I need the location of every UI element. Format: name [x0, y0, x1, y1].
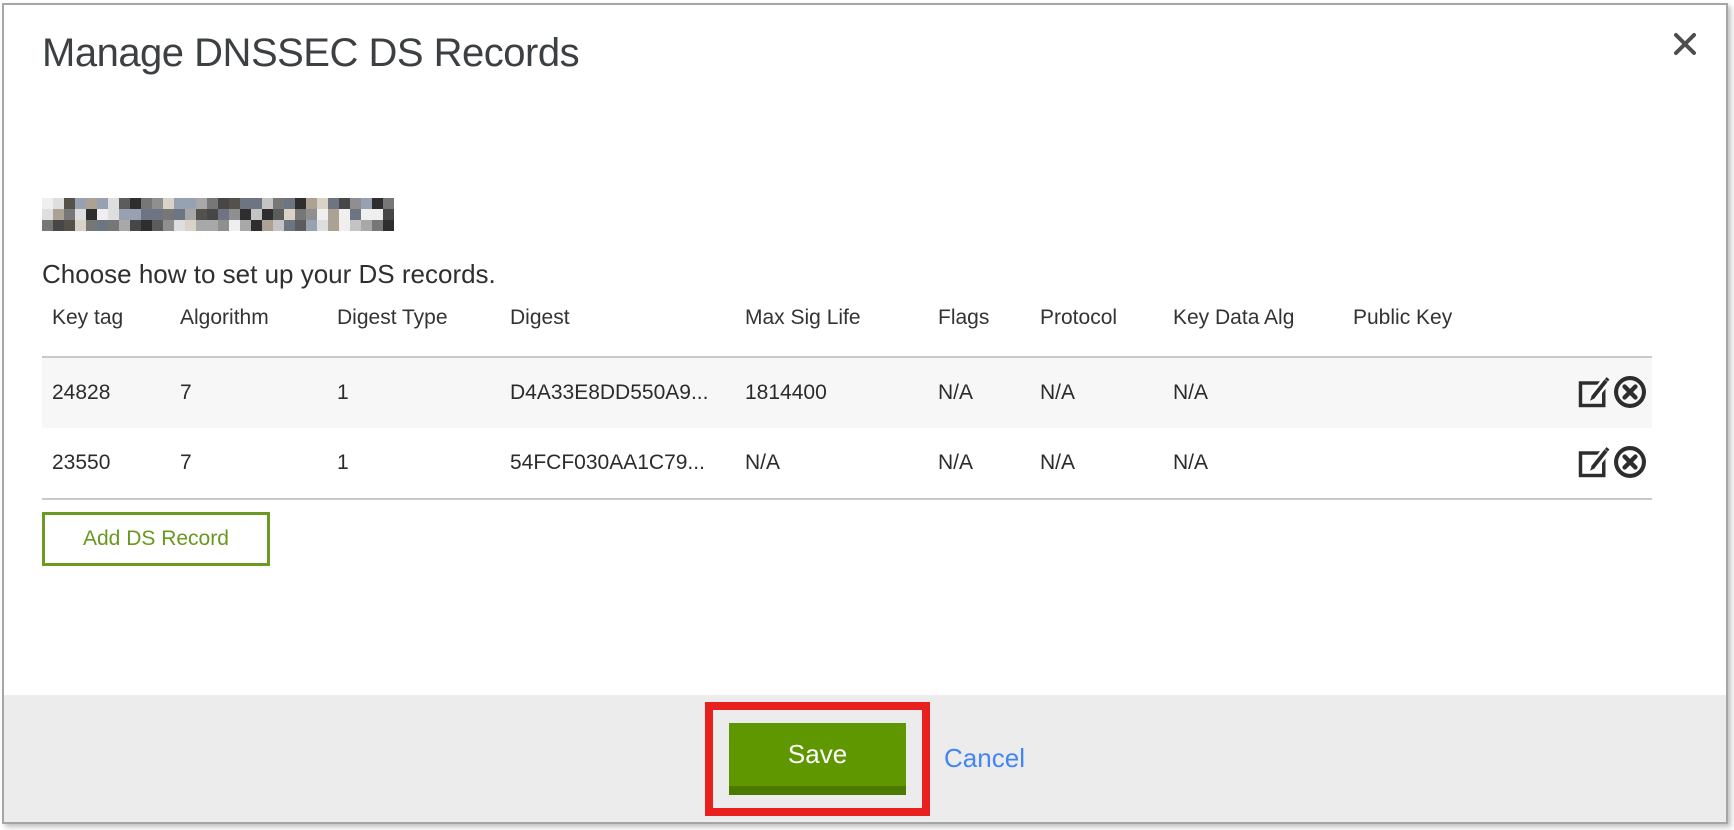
page-title: Manage DNSSEC DS Records — [42, 31, 1688, 76]
remove-icon[interactable] — [1612, 444, 1648, 483]
col-header-actions — [1547, 304, 1652, 357]
cell-digest-type: 1 — [327, 428, 500, 499]
cell-public-key — [1343, 357, 1547, 428]
cell-algorithm: 7 — [170, 428, 327, 499]
cell-key-tag: 24828 — [42, 357, 170, 428]
cell-max-sig-life: 1814400 — [735, 357, 928, 428]
col-header-public-key: Public Key — [1343, 304, 1547, 357]
close-x-glyph — [1672, 31, 1698, 57]
remove-icon[interactable] — [1612, 374, 1648, 413]
col-header-digest-type: Digest Type — [327, 304, 500, 357]
row-actions — [1547, 428, 1652, 499]
cell-flags: N/A — [928, 428, 1030, 499]
cell-key-data-alg: N/A — [1163, 428, 1343, 499]
table-row: 23550 7 1 54FCF030AA1C79... N/A N/A N/A … — [42, 428, 1652, 499]
close-icon[interactable] — [1668, 27, 1702, 61]
edit-icon[interactable] — [1576, 444, 1612, 483]
dialog-footer: Save Cancel — [4, 695, 1726, 822]
red-annotation-box: Save — [705, 702, 930, 816]
col-header-algorithm: Algorithm — [170, 304, 327, 357]
cell-digest: 54FCF030AA1C79... — [500, 428, 735, 499]
row-actions — [1547, 357, 1652, 428]
cell-flags: N/A — [928, 357, 1030, 428]
cell-protocol: N/A — [1030, 428, 1163, 499]
manage-dnssec-dialog: Manage DNSSEC DS Records Choose how to s… — [2, 3, 1728, 824]
col-header-digest: Digest — [500, 304, 735, 357]
cell-digest-type: 1 — [327, 357, 500, 428]
col-header-flags: Flags — [928, 304, 1030, 357]
table-row: 24828 7 1 D4A33E8DD550A9... 1814400 N/A … — [42, 357, 1652, 428]
cancel-link[interactable]: Cancel — [944, 743, 1025, 774]
cell-key-tag: 23550 — [42, 428, 170, 499]
ds-records-table: Key tag Algorithm Digest Type Digest Max… — [42, 304, 1652, 500]
cell-algorithm: 7 — [170, 357, 327, 428]
col-header-key-data-alg: Key Data Alg — [1163, 304, 1343, 357]
cell-protocol: N/A — [1030, 357, 1163, 428]
save-button[interactable]: Save — [729, 723, 906, 795]
cell-digest: D4A33E8DD550A9... — [500, 357, 735, 428]
redacted-domain — [42, 198, 394, 231]
table-header-row: Key tag Algorithm Digest Type Digest Max… — [42, 304, 1652, 357]
cell-max-sig-life: N/A — [735, 428, 928, 499]
col-header-max-sig-life: Max Sig Life — [735, 304, 928, 357]
instruction-text: Choose how to set up your DS records. — [42, 259, 1688, 290]
col-header-protocol: Protocol — [1030, 304, 1163, 357]
edit-icon[interactable] — [1576, 374, 1612, 413]
cell-key-data-alg: N/A — [1163, 357, 1343, 428]
col-header-key-tag: Key tag — [42, 304, 170, 357]
add-ds-record-button[interactable]: Add DS Record — [42, 512, 270, 566]
cell-public-key — [1343, 428, 1547, 499]
